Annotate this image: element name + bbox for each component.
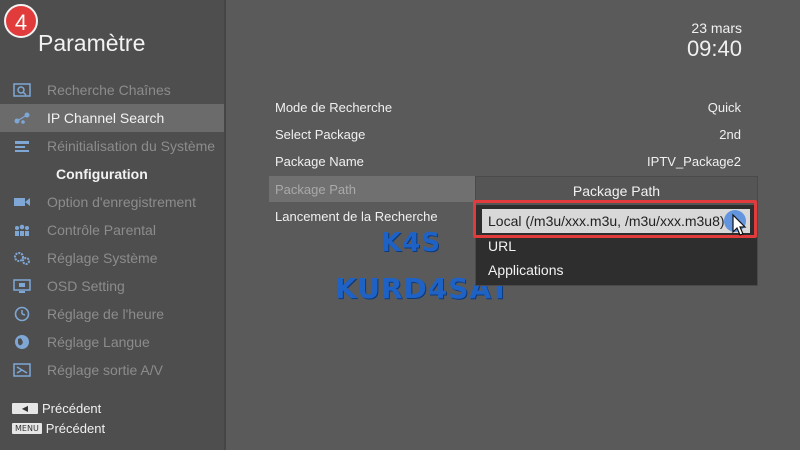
av-output-icon [12, 363, 32, 377]
page-title: Paramètre [38, 30, 146, 56]
sidebar-item-label: Réglage sortie A/V [47, 362, 163, 378]
sidebar-item-recherche-chaines[interactable]: Recherche Chaînes [0, 76, 224, 104]
setting-label: Mode de Recherche [275, 99, 393, 115]
sidebar-item-label: Réglage de l'heure [47, 306, 165, 322]
footer-hint-label: Précédent [42, 401, 102, 416]
sidebar-item-option-enregistrement[interactable]: Option d'enregistrement [0, 188, 224, 216]
watermark-k4s: K4S [381, 228, 441, 258]
sidebar-item-label: IP Channel Search [47, 110, 165, 126]
osd-icon [12, 279, 32, 293]
setting-label: Select Package [275, 126, 366, 142]
sidebar-item-controle-parental[interactable]: Contrôle Parental [0, 216, 224, 244]
clock-date: 23 mars [691, 20, 742, 36]
setting-select-package[interactable]: Select Package 2nd [269, 121, 755, 147]
footer-menu-hint: MENU Précédent [12, 421, 105, 436]
sidebar-item-reglage-sortie-av[interactable]: Réglage sortie A/V [0, 356, 224, 384]
record-icon [12, 195, 32, 209]
sidebar-item-label: OSD Setting [47, 278, 125, 294]
sidebar-item-label: Configuration [56, 166, 148, 182]
highlight-box [473, 200, 757, 238]
parental-icon [12, 223, 32, 237]
clock-icon [12, 306, 32, 322]
globe-icon [12, 334, 32, 350]
clock-time: 09:40 [686, 36, 742, 61]
footer-back-hint: ◀ Précédent [12, 401, 101, 416]
setting-label: Package Name [275, 153, 364, 169]
back-key-icon: ◀ [12, 403, 38, 414]
sidebar-item-osd-setting[interactable]: OSD Setting [0, 272, 224, 300]
sidebar-item-label: Contrôle Parental [47, 222, 156, 238]
sidebar-item-label: Réinitialisation du Système [47, 138, 216, 154]
setting-package-name[interactable]: Package Name IPTV_Package2 [269, 148, 755, 174]
dropdown-option-applications[interactable]: Applications [482, 258, 750, 282]
sidebar-item-label: Réglage Système [47, 250, 158, 266]
network-icon [12, 111, 32, 125]
search-channels-icon [12, 83, 32, 97]
sidebar-item-ip-channel-search[interactable]: IP Channel Search [0, 104, 224, 132]
step-badge: 4 [4, 4, 38, 38]
sidebar-item-label: Recherche Chaînes [47, 82, 171, 98]
reset-icon [12, 139, 32, 153]
sidebar: 4 Paramètre Recherche Chaînes IP Channel… [0, 0, 226, 450]
sidebar-item-reglage-systeme[interactable]: Réglage Système [0, 244, 224, 272]
setting-value: Quick [707, 99, 741, 115]
setting-value: IPTV_Package2 [647, 153, 741, 169]
sidebar-item-reglage-heure[interactable]: Réglage de l'heure [0, 300, 224, 328]
sidebar-item-label: Réglage Langue [47, 334, 150, 350]
sidebar-item-reinitialisation[interactable]: Réinitialisation du Système [0, 132, 224, 160]
footer-hint-label: Précédent [45, 421, 106, 436]
mouse-cursor-icon [722, 208, 752, 243]
setting-label: Package Path [275, 181, 356, 197]
sidebar-item-label: Option d'enregistrement [47, 194, 196, 210]
setting-label: Lancement de la Recherche [275, 208, 438, 224]
sidebar-item-reglage-langue[interactable]: Réglage Langue [0, 328, 224, 356]
sidebar-item-configuration[interactable]: Configuration [0, 160, 280, 188]
setting-value: 2nd [719, 126, 741, 142]
setting-mode-recherche[interactable]: Mode de Recherche Quick [269, 94, 755, 120]
menu-key-icon: MENU [12, 423, 42, 434]
gears-icon [12, 251, 32, 265]
